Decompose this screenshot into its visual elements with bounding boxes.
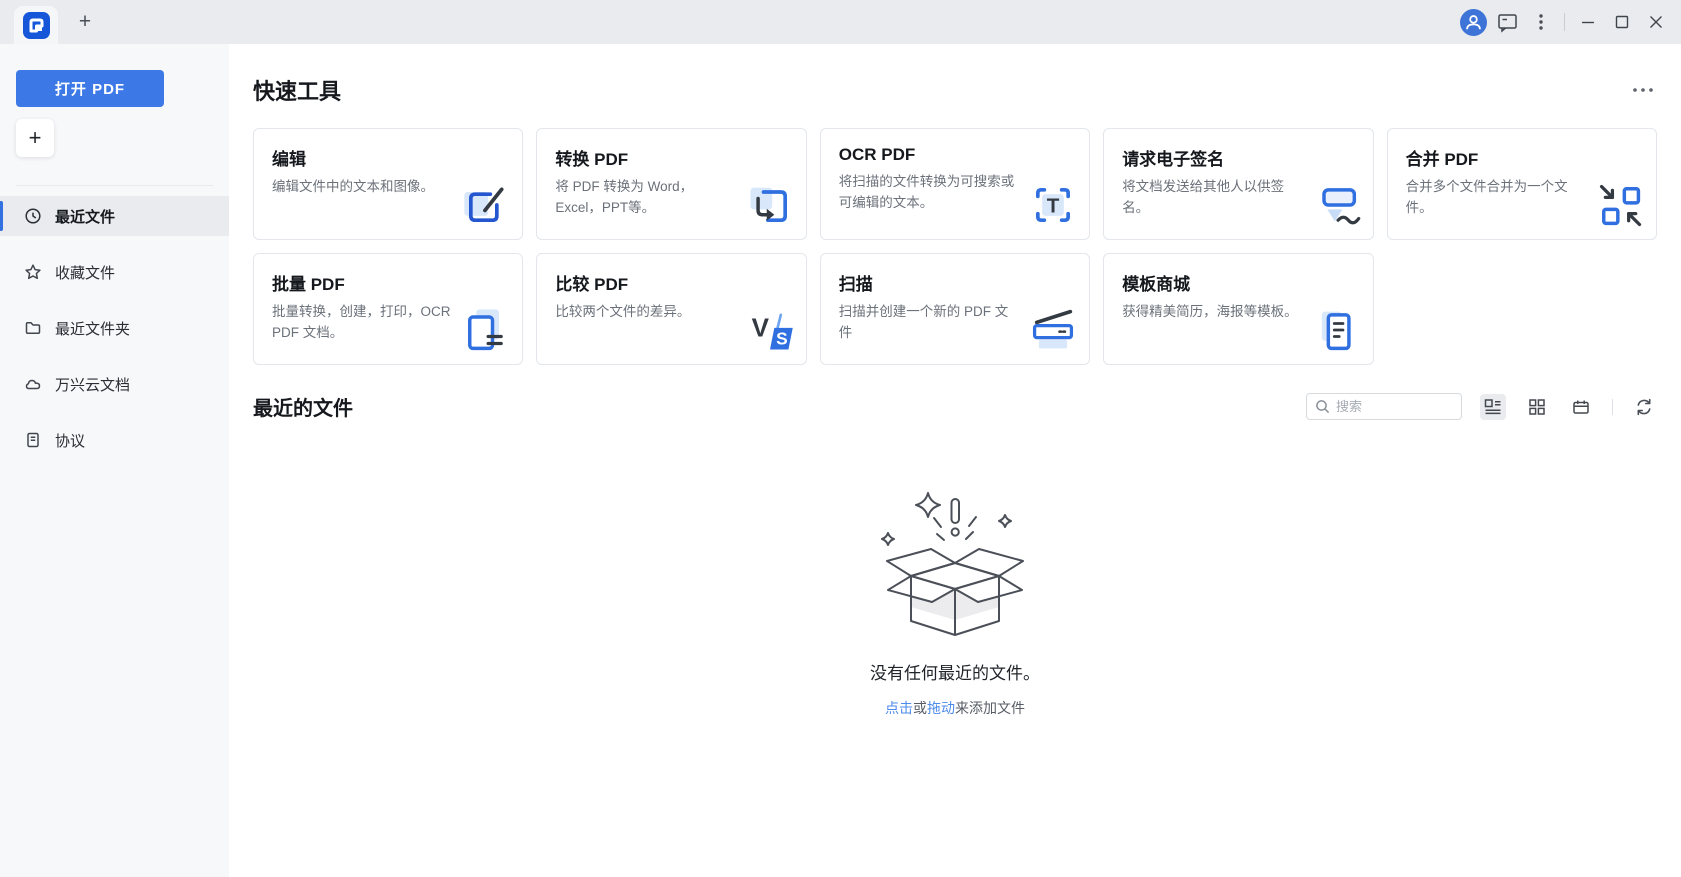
ocr-icon: T (1027, 179, 1079, 231)
card-compare-pdf[interactable]: 比较 PDF 比较两个文件的差异。 V S (536, 253, 806, 365)
grid-empty-cell (1387, 253, 1657, 365)
convert-icon (744, 179, 796, 231)
empty-actions: 点击或拖动来添加文件 (885, 698, 1025, 718)
kebab-menu-button[interactable] (1524, 0, 1558, 44)
quick-tools-header: 快速工具 (253, 74, 1657, 106)
sidebar-item-label: 收藏文件 (55, 262, 115, 283)
add-file-button[interactable]: + (16, 119, 54, 157)
grid-view-button[interactable] (1524, 394, 1550, 420)
compare-icon: V S (744, 304, 796, 356)
close-button[interactable] (1639, 0, 1673, 44)
recent-files-controls (1306, 393, 1657, 420)
search-input[interactable] (1336, 399, 1453, 414)
quick-tools-title: 快速工具 (253, 74, 341, 106)
batch-icon (460, 304, 512, 356)
list-view-icon (1483, 397, 1503, 417)
maximize-button[interactable] (1605, 0, 1639, 44)
main-panel: 快速工具 编辑 编辑文件中的文本和图像。 (229, 44, 1681, 877)
card-merge-pdf[interactable]: 合并 PDF 合并多个文件合并为一个文件。 (1387, 128, 1657, 240)
card-edit[interactable]: 编辑 编辑文件中的文本和图像。 (253, 128, 523, 240)
svg-text:S: S (776, 329, 788, 349)
refresh-button[interactable] (1631, 394, 1657, 420)
card-batch-pdf[interactable]: 批量 PDF 批量转换，创建，打印，OCR PDF 文档。 (253, 253, 523, 365)
or-text: 或 (913, 700, 927, 716)
merge-icon (1594, 179, 1646, 231)
click-to-add-link[interactable]: 点击 (885, 700, 913, 716)
agreement-icon (24, 431, 42, 449)
minimize-button[interactable] (1571, 0, 1605, 44)
content-row: 打开 PDF + 最近文件 收藏文件 (0, 44, 1681, 877)
sidebar-divider (16, 185, 213, 186)
sidebar: 打开 PDF + 最近文件 收藏文件 (0, 44, 229, 877)
calendar-view-icon (1571, 397, 1591, 417)
empty-message: 没有任何最近的文件。 (870, 659, 1040, 684)
cloud-icon (24, 375, 42, 393)
app-tab[interactable] (14, 6, 58, 44)
sidebar-item-cloud-docs[interactable]: 万兴云文档 (0, 364, 229, 404)
svg-text:V: V (751, 313, 769, 343)
new-tab-button[interactable]: + (72, 9, 98, 35)
svg-text:T: T (1047, 195, 1060, 218)
titlebar-controls (1456, 0, 1673, 44)
edit-icon (460, 179, 512, 231)
empty-state: 没有任何最近的文件。 点击或拖动来添加文件 (253, 491, 1657, 718)
drag-to-add-link[interactable]: 拖动 (927, 700, 955, 716)
account-button[interactable] (1456, 0, 1490, 44)
controls-divider (1612, 399, 1613, 415)
calendar-view-button[interactable] (1568, 394, 1594, 420)
sidebar-item-agreement[interactable]: 协议 (0, 420, 229, 460)
user-avatar-icon (1460, 9, 1487, 36)
sidebar-item-label: 最近文件 (55, 206, 115, 227)
sidebar-item-label: 协议 (55, 430, 85, 451)
sidebar-item-label: 最近文件夹 (55, 318, 130, 339)
quick-tools-grid: 编辑 编辑文件中的文本和图像。 转换 PDF 将 PDF 转换为 Word，Ex… (253, 128, 1657, 365)
titlebar-divider (1564, 13, 1565, 31)
sidebar-item-recent-files[interactable]: 最近文件 (0, 196, 229, 236)
open-pdf-button[interactable]: 打开 PDF (16, 70, 164, 107)
card-esign[interactable]: 请求电子签名 将文档发送给其他人以供签名。 (1103, 128, 1373, 240)
grid-view-icon (1527, 397, 1547, 417)
app-logo-icon (23, 12, 50, 39)
recent-files-title: 最近的文件 (253, 392, 353, 421)
folder-icon (24, 319, 42, 337)
add-file-suffix: 来添加文件 (955, 700, 1025, 716)
list-view-button[interactable] (1480, 394, 1506, 420)
refresh-icon (1634, 397, 1654, 417)
sidebar-item-favorites[interactable]: 收藏文件 (0, 252, 229, 292)
card-ocr-pdf[interactable]: OCR PDF 将扫描的文件转换为可搜索或可编辑的文本。 T (820, 128, 1090, 240)
esign-icon (1311, 179, 1363, 231)
template-icon (1311, 304, 1363, 356)
empty-box-illustration (848, 491, 1063, 641)
card-convert-pdf[interactable]: 转换 PDF 将 PDF 转换为 Word，Excel，PPT等。 (536, 128, 806, 240)
sidebar-item-recent-folders[interactable]: 最近文件夹 (0, 308, 229, 348)
card-scan[interactable]: 扫描 扫描并创建一个新的 PDF 文件 (820, 253, 1090, 365)
search-box[interactable] (1306, 393, 1462, 420)
scan-icon (1027, 304, 1079, 356)
search-icon (1315, 399, 1330, 414)
card-template-mall[interactable]: 模板商城 获得精美简历，海报等模板。 (1103, 253, 1373, 365)
clock-icon (24, 207, 42, 225)
more-ellipsis-icon[interactable] (1629, 80, 1657, 100)
app-window: + (0, 0, 1681, 877)
feedback-button[interactable] (1490, 0, 1524, 44)
titlebar: + (0, 0, 1681, 44)
sidebar-item-label: 万兴云文档 (55, 374, 130, 395)
recent-files-header: 最近的文件 (253, 392, 1657, 421)
star-icon (24, 263, 42, 281)
